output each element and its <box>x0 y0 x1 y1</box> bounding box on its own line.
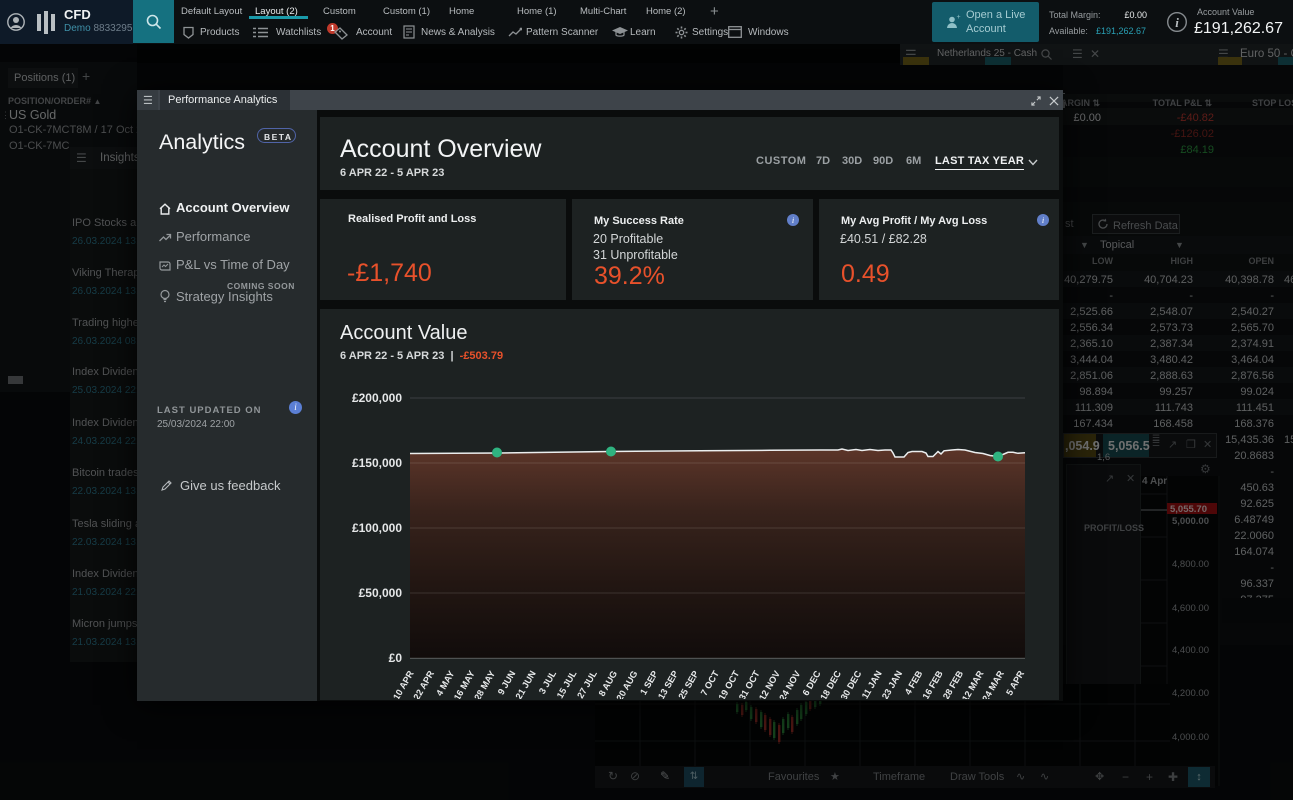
svg-text:24 NOV: 24 NOV <box>777 668 802 699</box>
svg-text:21 JUN: 21 JUN <box>514 669 538 699</box>
svg-text:27 JUL: 27 JUL <box>575 669 599 699</box>
svg-text:£100,000: £100,000 <box>352 521 402 535</box>
svg-text:28 MAY: 28 MAY <box>472 669 497 699</box>
svg-text:23 JAN: 23 JAN <box>880 669 904 699</box>
svg-text:i: i <box>1175 15 1179 30</box>
svg-text:9 JUN: 9 JUN <box>496 669 518 697</box>
svg-text:+: + <box>957 14 961 21</box>
svg-text:5 APR: 5 APR <box>1004 669 1026 697</box>
svg-text:£50,000: £50,000 <box>359 586 403 600</box>
svg-text:£0: £0 <box>389 651 403 665</box>
svg-text:3 JUL: 3 JUL <box>537 669 558 696</box>
svg-text:£200,000: £200,000 <box>352 391 402 405</box>
svg-text:22 APR: 22 APR <box>411 669 436 699</box>
svg-text:4 FEB: 4 FEB <box>903 669 925 697</box>
svg-text:1 SEP: 1 SEP <box>638 669 660 697</box>
svg-text:25 SEP: 25 SEP <box>676 669 700 699</box>
svg-text:£150,000: £150,000 <box>352 456 402 470</box>
